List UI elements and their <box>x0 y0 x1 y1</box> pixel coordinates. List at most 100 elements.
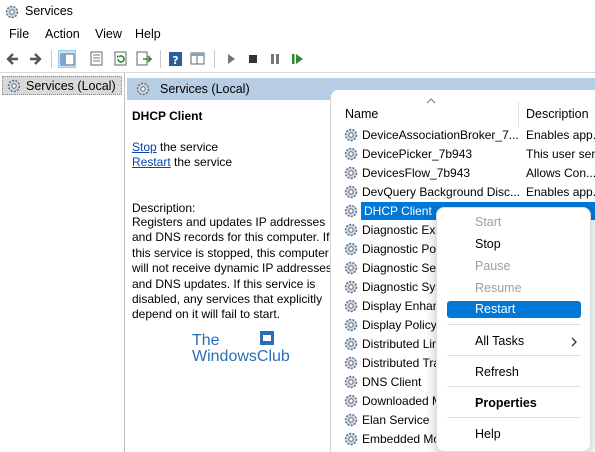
title-bar: Services <box>0 0 595 24</box>
pane-header-label: Services (Local) <box>160 82 250 96</box>
chevron-right-icon <box>571 337 577 347</box>
service-gear-icon <box>344 128 358 142</box>
service-description: Enables app... <box>526 185 595 199</box>
restart-icon[interactable] <box>288 50 306 68</box>
view-icon[interactable] <box>189 50 207 68</box>
toolbar: ? <box>0 44 595 74</box>
menu-separator <box>447 324 581 325</box>
menu-item-start[interactable]: Start <box>447 214 581 231</box>
table-row[interactable]: DevicePicker_7b943 This user ser... <box>343 145 595 164</box>
menu-item-refresh[interactable]: Refresh <box>447 364 581 381</box>
service-gear-icon <box>344 394 358 408</box>
table-row[interactable]: DevQuery Background Disc... Enables app..… <box>343 183 595 202</box>
menu-separator <box>447 417 581 418</box>
menu-help[interactable]: Help <box>135 27 161 41</box>
tree-item-label: Services (Local) <box>26 79 116 93</box>
service-name: DevQuery Background Disc... <box>362 185 521 199</box>
export-list-icon[interactable] <box>135 50 153 68</box>
sort-ascending-icon <box>426 98 436 104</box>
stop-service-link[interactable]: Stop <box>132 140 157 154</box>
menu-bar: File Action View Help <box>0 24 595 44</box>
menu-file[interactable]: File <box>9 27 29 41</box>
service-gear-icon <box>344 356 358 370</box>
service-name: DevicesFlow_7b943 <box>362 166 471 180</box>
service-gear-icon <box>344 223 358 237</box>
forward-icon[interactable] <box>26 50 44 68</box>
service-gear-icon <box>344 166 358 180</box>
console-tree-icon[interactable] <box>58 50 76 68</box>
restart-action: Restart the service <box>132 155 232 169</box>
properties-icon[interactable] <box>88 50 106 68</box>
column-header-name[interactable]: Name <box>345 107 378 121</box>
service-gear-icon <box>344 280 358 294</box>
column-divider[interactable] <box>518 102 519 127</box>
menu-item-label: Resume <box>475 281 522 295</box>
stop-action-suffix: the service <box>156 140 219 154</box>
service-name: DHCP Client <box>361 203 435 219</box>
toolbar-separator <box>214 50 215 68</box>
service-title: DHCP Client <box>132 109 203 123</box>
services-gear-icon <box>7 79 21 93</box>
service-gear-icon <box>344 261 358 275</box>
service-gear-icon <box>344 204 358 218</box>
stop-action: Stop the service <box>132 140 218 154</box>
services-gear-icon <box>5 5 19 19</box>
description-line: Registers and updates IP addresses <box>132 215 326 229</box>
service-description: This user ser... <box>526 147 595 161</box>
menu-item-label: Stop <box>475 237 501 251</box>
service-gear-icon <box>344 432 358 446</box>
table-row[interactable]: DeviceAssociationBroker_7... Enables app.… <box>343 126 595 145</box>
play-icon[interactable] <box>222 50 240 68</box>
menu-separator <box>447 355 581 356</box>
watermark: The WindowsClub <box>192 331 290 365</box>
menu-item-properties[interactable]: Properties <box>447 395 581 412</box>
service-gear-icon <box>344 318 358 332</box>
menu-item-label: Properties <box>475 396 537 410</box>
description-line: depend on it will fail to start. <box>132 307 281 322</box>
menu-item-resume[interactable]: Resume <box>447 280 581 297</box>
service-details-panel: DHCP Client Stop the service Restart the… <box>127 100 332 452</box>
refresh-icon[interactable] <box>112 50 130 68</box>
menu-item-help[interactable]: Help <box>447 426 581 443</box>
table-row[interactable]: DevicesFlow_7b943 Allows Con... <box>343 164 595 183</box>
back-icon[interactable] <box>4 50 22 68</box>
service-gear-icon <box>344 147 358 161</box>
menu-item-label: Restart <box>475 302 516 316</box>
menu-item-stop[interactable]: Stop <box>447 236 581 253</box>
watermark-logo-icon <box>260 331 274 345</box>
restart-service-link[interactable]: Restart <box>132 155 171 169</box>
menu-separator <box>447 386 581 387</box>
menu-item-label: Help <box>475 427 501 441</box>
help-icon[interactable]: ? <box>167 50 185 68</box>
service-name: DeviceAssociationBroker_7... <box>362 128 519 142</box>
menu-item-pause[interactable]: Pause <box>447 258 581 275</box>
stop-icon[interactable] <box>244 50 262 68</box>
service-gear-icon <box>344 242 358 256</box>
description-label: Description: <box>132 201 196 215</box>
toolbar-separator <box>51 50 52 68</box>
menu-action[interactable]: Action <box>45 27 80 41</box>
console-tree: Services (Local) <box>0 73 125 452</box>
menu-item-label: Refresh <box>475 365 519 379</box>
menu-item-label: All Tasks <box>475 334 525 348</box>
menu-item-restart[interactable]: Restart <box>447 301 581 318</box>
menu-item-all-tasks[interactable]: All Tasks <box>447 333 581 350</box>
description-line: and DNS updates. If this service is <box>132 276 316 291</box>
restart-action-suffix: the service <box>170 155 233 169</box>
watermark-line1: The <box>192 332 220 349</box>
window-title: Services <box>25 4 73 18</box>
svg-text:?: ? <box>172 54 178 67</box>
menu-view[interactable]: View <box>95 27 122 41</box>
menu-item-label: Start <box>475 215 502 229</box>
pause-icon[interactable] <box>266 50 284 68</box>
tree-item-services-local[interactable]: Services (Local) <box>2 76 122 95</box>
service-gear-icon <box>344 375 358 389</box>
description-line: will not receive dynamic IP addresses <box>132 261 332 276</box>
toolbar-separator <box>160 50 161 68</box>
column-header-description[interactable]: Description <box>526 107 589 121</box>
description-line: disabled, any services that explicitly <box>132 292 323 307</box>
description-text: Registers and updates IP addresses and D… <box>132 215 332 323</box>
service-description: Allows Con... <box>526 166 595 180</box>
services-gear-icon <box>136 82 150 96</box>
description-line: and DNS records for this computer. If <box>132 230 330 245</box>
